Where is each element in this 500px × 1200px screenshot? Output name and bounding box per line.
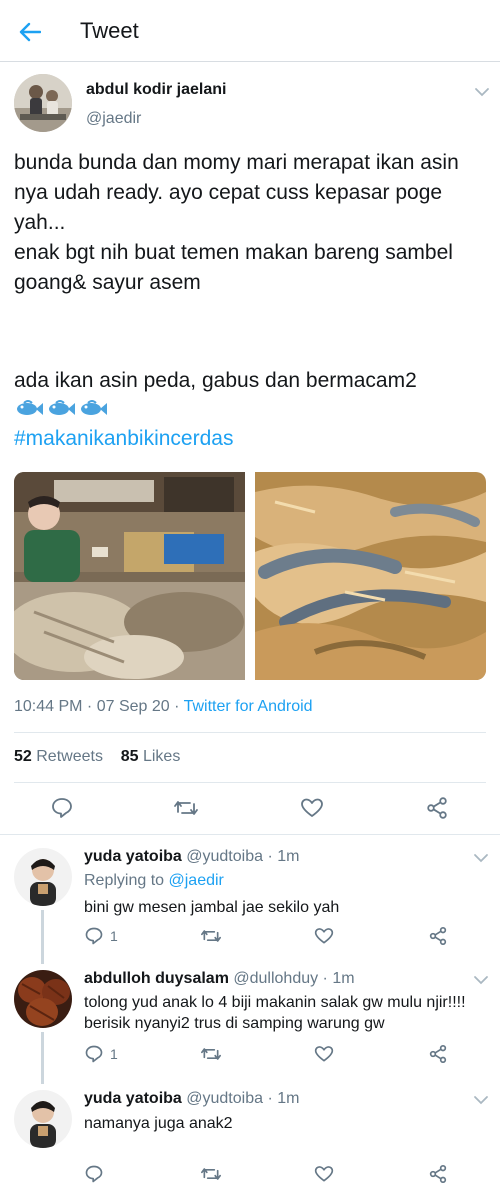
reply-text: tolong yud anak lo 4 biji makanin salak … — [84, 994, 466, 1032]
replying-to-mention[interactable]: @jaedir — [169, 872, 224, 889]
reply-button[interactable]: 1 — [84, 1034, 118, 1074]
share-icon — [429, 1165, 447, 1184]
reply-author-handle[interactable]: @yudtoiba · 1m — [182, 1090, 299, 1107]
retweet-icon — [200, 1048, 221, 1060]
share-button[interactable] — [425, 788, 449, 828]
retweet-icon — [174, 801, 198, 815]
retweet-button[interactable] — [200, 1034, 222, 1074]
chevron-down-icon[interactable] — [473, 86, 491, 98]
retweets-count: 52 — [14, 748, 32, 765]
reply-button[interactable] — [84, 1154, 110, 1194]
reply-actions: 1 — [0, 916, 500, 956]
share-button[interactable] — [428, 1154, 448, 1194]
retweet-icon — [200, 1168, 221, 1180]
retweet-button[interactable] — [200, 1154, 222, 1194]
share-icon — [429, 927, 447, 946]
likes-count: 85 — [120, 748, 139, 765]
reply-button[interactable]: 1 — [84, 916, 118, 956]
section-divider — [0, 834, 500, 835]
reply-bubble-icon — [85, 1045, 103, 1063]
reply-author-handle[interactable]: @dullohduy · 1m — [229, 970, 354, 987]
retweet-icon — [200, 930, 221, 942]
engagement-counts: 52 Retweets 85 Likes — [14, 748, 180, 766]
reply-actions — [0, 1154, 500, 1194]
reply-button[interactable] — [50, 788, 74, 828]
share-icon — [427, 797, 447, 819]
divider — [14, 732, 486, 733]
tweet-time: 10:44 PM · 07 Sep 20 · — [14, 698, 184, 715]
author-name[interactable]: abdul kodir jaelani — [86, 81, 226, 99]
reply-text: bini gw mesen jambal jae sekilo yah — [84, 899, 340, 916]
reply-header: abdulloh duysalam @dullohduy · 1m — [84, 970, 355, 988]
hashtag-link[interactable]: #makanikanbikincerdas — [14, 424, 233, 454]
heart-icon — [314, 1046, 334, 1062]
page-title: Tweet — [80, 18, 139, 43]
reply-bubble-icon — [85, 927, 103, 945]
tweet-photo-market[interactable] — [14, 472, 245, 680]
share-button[interactable] — [428, 1034, 448, 1074]
author-avatar[interactable] — [14, 74, 72, 132]
reply-avatar[interactable] — [14, 970, 72, 1028]
reply-author-handle[interactable]: @yudtoiba · 1m — [182, 848, 299, 865]
replying-to-label: Replying to — [84, 872, 169, 889]
chevron-down-icon[interactable] — [472, 974, 490, 986]
heart-icon — [314, 928, 334, 944]
chevron-down-icon[interactable] — [472, 1094, 490, 1106]
arrow-left-icon — [19, 22, 41, 42]
tweet-text: bunda bunda dan momy mari merapat ikan a… — [14, 151, 459, 294]
back-button[interactable] — [14, 16, 46, 48]
tweet-actions — [0, 788, 500, 828]
share-button[interactable] — [428, 916, 448, 956]
reply-author-name[interactable]: yuda yatoiba — [84, 1090, 182, 1107]
reply-actions: 1 — [0, 1034, 500, 1074]
reply-text: namanya juga anak2 — [84, 1115, 233, 1132]
reply-header: yuda yatoiba @yudtoiba · 1m — [84, 848, 299, 866]
reply-avatar[interactable] — [14, 848, 72, 906]
fish-icon — [49, 400, 75, 415]
like-button[interactable] — [314, 1034, 334, 1074]
tweet-timestamp: 10:44 PM · 07 Sep 20 · Twitter for Andro… — [14, 698, 313, 716]
retweet-button[interactable] — [173, 788, 199, 828]
like-button[interactable] — [314, 916, 334, 956]
reply-header: yuda yatoiba @yudtoiba · 1m — [84, 1090, 299, 1108]
tweet-text-secondary: ada ikan asin peda, gabus dan bermacam2 — [14, 369, 417, 392]
reply-count: 1 — [110, 1046, 118, 1062]
fish-icon — [81, 400, 107, 415]
chevron-down-icon[interactable] — [472, 852, 490, 864]
reply-count: 1 — [110, 928, 118, 944]
tweet-photo-dried-fish[interactable] — [255, 472, 486, 680]
heart-icon — [314, 1166, 334, 1182]
fish-emoji-row — [14, 396, 108, 422]
reply-avatar[interactable] — [14, 1090, 72, 1148]
tweet-source-link[interactable]: Twitter for Android — [184, 698, 313, 715]
retweet-button[interactable] — [200, 916, 222, 956]
share-icon — [429, 1045, 447, 1064]
heart-icon — [301, 798, 323, 817]
like-button[interactable] — [300, 788, 324, 828]
likes-label: Likes — [138, 748, 181, 765]
reply-bubble-icon — [85, 1165, 103, 1183]
retweets-stat[interactable]: 52 Retweets — [14, 748, 103, 765]
divider — [14, 782, 486, 783]
reply-bubble-icon — [52, 798, 72, 818]
like-button[interactable] — [314, 1154, 334, 1194]
likes-stat[interactable]: 85 Likes — [121, 748, 181, 765]
retweets-label: Retweets — [31, 748, 103, 765]
app-bar: Tweet — [0, 0, 500, 62]
reply-author-name[interactable]: abdulloh duysalam — [84, 970, 229, 987]
reply-author-name[interactable]: yuda yatoiba — [84, 848, 182, 865]
fish-icon — [17, 400, 43, 415]
author-handle[interactable]: @jaedir — [86, 110, 141, 128]
replying-to: Replying to @jaedir — [84, 872, 224, 890]
